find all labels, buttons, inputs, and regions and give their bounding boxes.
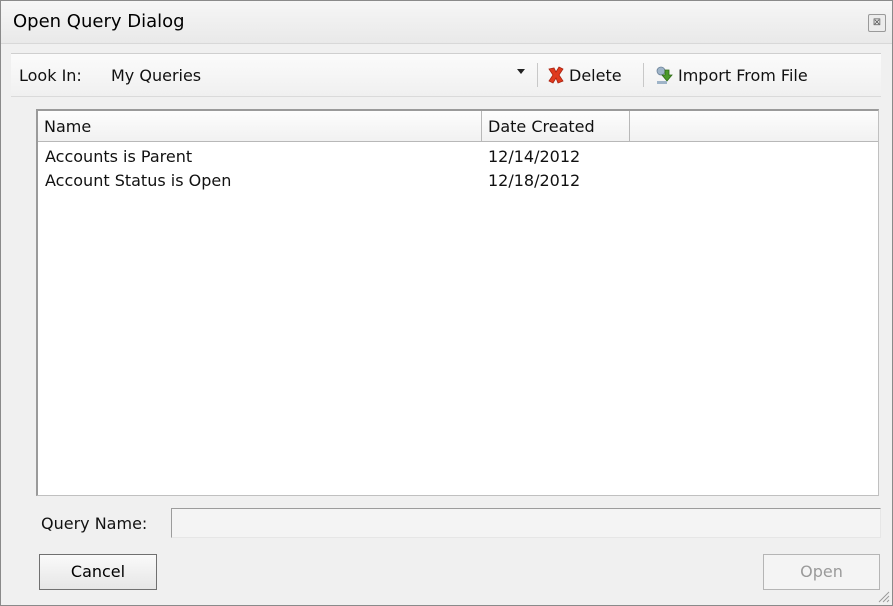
query-list[interactable]: Name Date Created Accounts is Parent 12/… bbox=[36, 109, 879, 496]
column-header-label: Date Created bbox=[488, 117, 595, 136]
look-in-dropdown[interactable]: My Queries bbox=[103, 57, 531, 91]
toolbar: Look In: My Queries Delete Import From F… bbox=[11, 53, 881, 97]
toolbar-separator bbox=[537, 63, 538, 87]
look-in-label: Look In: bbox=[19, 66, 82, 85]
query-name-label: Query Name: bbox=[41, 514, 148, 533]
close-icon[interactable]: ⊠ bbox=[868, 14, 886, 32]
resize-grip-icon[interactable] bbox=[876, 589, 890, 603]
cancel-button[interactable]: Cancel bbox=[39, 554, 157, 590]
delete-button[interactable]: Delete bbox=[546, 61, 622, 89]
import-from-file-label: Import From File bbox=[678, 65, 808, 85]
list-item[interactable]: Accounts is Parent 12/14/2012 bbox=[38, 145, 878, 169]
column-header-label: Name bbox=[44, 117, 92, 136]
open-button[interactable]: Open bbox=[763, 554, 880, 590]
query-name-input[interactable] bbox=[171, 508, 881, 538]
delete-label: Delete bbox=[569, 65, 622, 85]
date-created-cell: 12/14/2012 bbox=[488, 147, 581, 166]
list-header: Name Date Created bbox=[38, 111, 878, 142]
delete-icon bbox=[548, 66, 564, 84]
query-name-cell: Accounts is Parent bbox=[45, 147, 193, 166]
column-header-date-created[interactable]: Date Created bbox=[482, 111, 630, 141]
open-query-dialog: Open Query Dialog ⊠ Look In: My Queries … bbox=[0, 0, 893, 606]
import-icon bbox=[656, 66, 673, 84]
column-header-name[interactable]: Name bbox=[38, 111, 482, 141]
title-bar[interactable]: Open Query Dialog ⊠ bbox=[1, 1, 892, 44]
dialog-title: Open Query Dialog bbox=[13, 11, 185, 32]
list-item[interactable]: Account Status is Open 12/18/2012 bbox=[38, 169, 878, 193]
date-created-cell: 12/18/2012 bbox=[488, 171, 581, 190]
query-name-cell: Account Status is Open bbox=[45, 171, 232, 190]
chevron-down-icon[interactable] bbox=[517, 69, 525, 74]
look-in-value: My Queries bbox=[111, 66, 202, 85]
import-from-file-button[interactable]: Import From File bbox=[653, 61, 808, 89]
toolbar-separator bbox=[643, 63, 644, 87]
